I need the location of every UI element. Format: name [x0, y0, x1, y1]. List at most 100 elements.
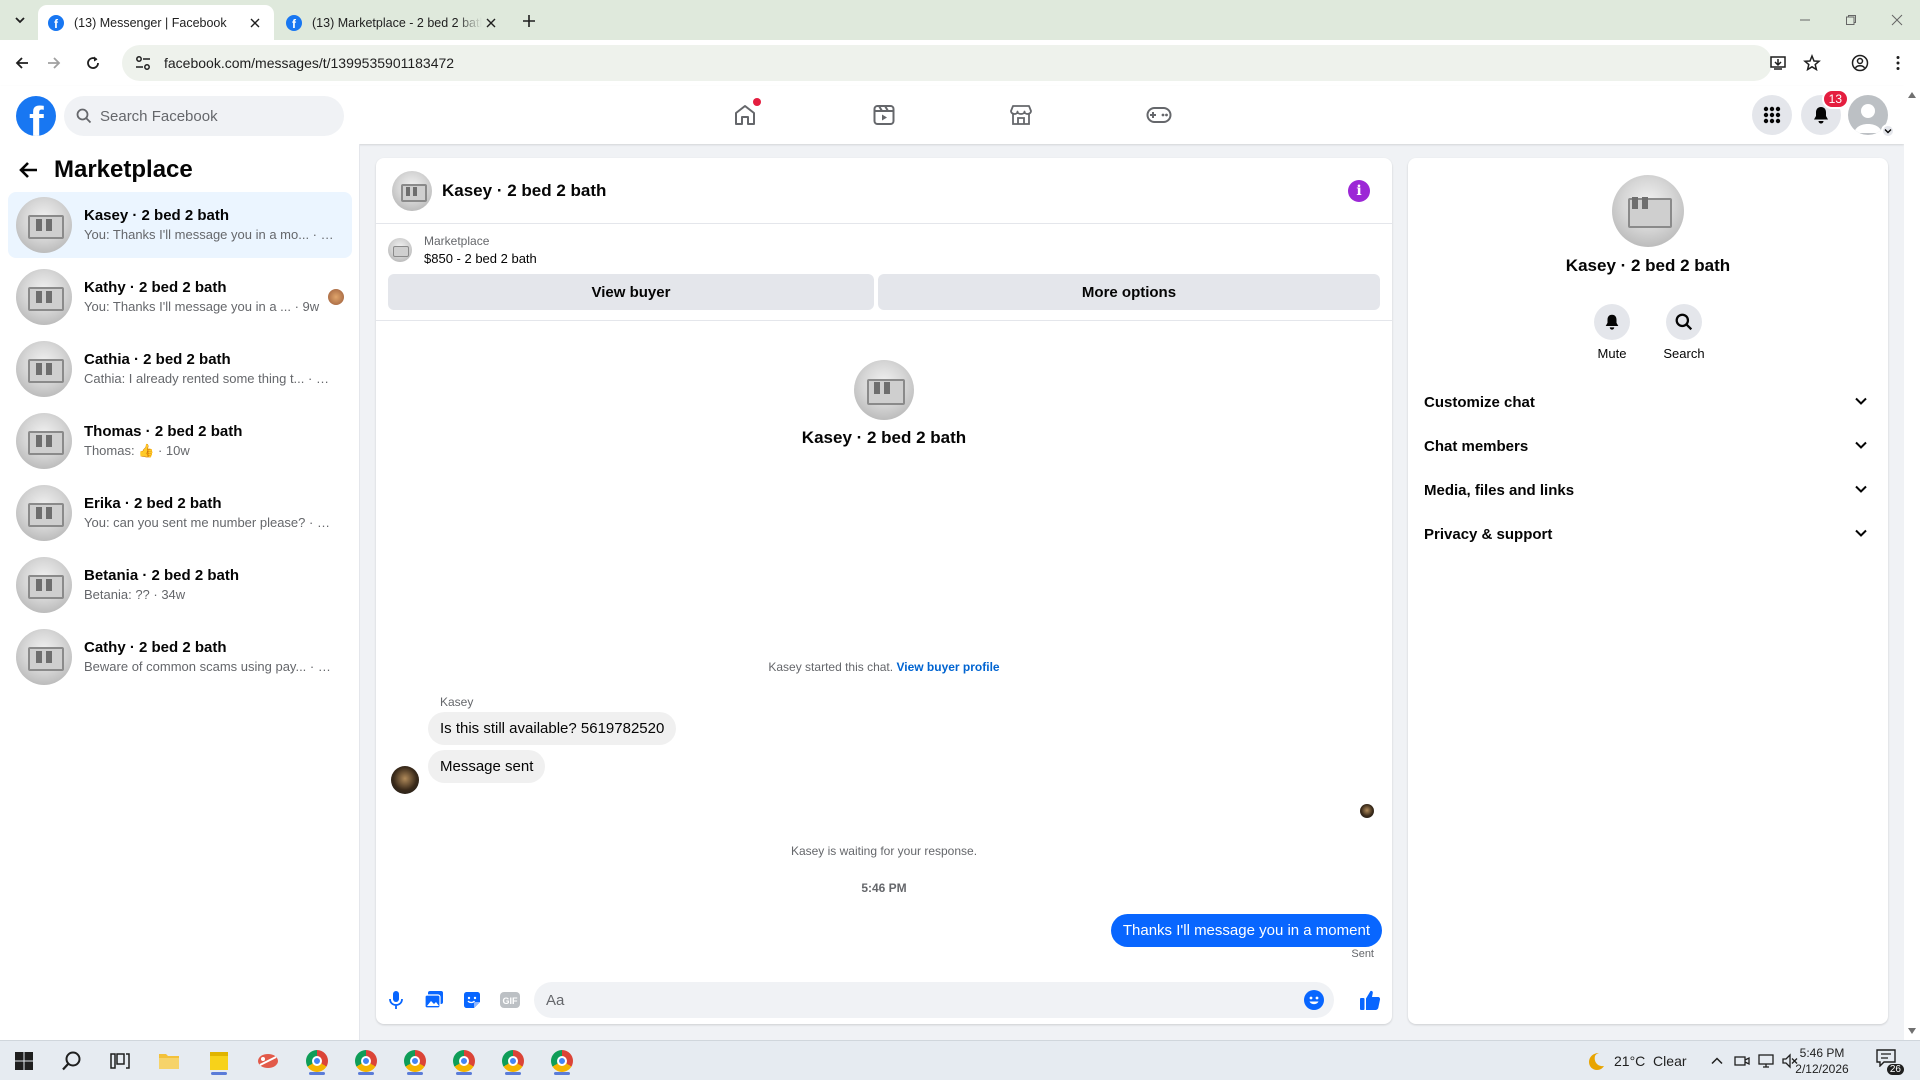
active-indicator [211, 1072, 227, 1075]
file-explorer-button[interactable] [155, 1047, 183, 1075]
snipping-tool-button[interactable] [254, 1047, 282, 1075]
emoji-button[interactable] [1304, 990, 1324, 1010]
section-privacy-support[interactable]: Privacy & support [1416, 512, 1880, 556]
chat-header-avatar[interactable] [392, 170, 432, 211]
listing-title[interactable]: $850 - 2 bed 2 bath [424, 250, 537, 268]
back-arrow-button[interactable] [18, 159, 40, 181]
attach-photo-button[interactable] [422, 988, 446, 1012]
reload-button[interactable] [81, 51, 105, 75]
arrow-right-icon [48, 57, 61, 69]
chrome-taskbar-2[interactable] [352, 1047, 380, 1075]
like-button[interactable] [1358, 988, 1382, 1012]
section-media-files-links[interactable]: Media, files and links [1416, 468, 1880, 512]
nav-marketplace[interactable] [1003, 98, 1039, 132]
conversation-avatar [16, 413, 72, 469]
chrome-taskbar-4[interactable] [450, 1047, 478, 1075]
search-input[interactable] [100, 107, 320, 125]
nav-home[interactable] [727, 98, 763, 132]
view-buyer-profile-link[interactable]: View buyer profile [896, 660, 999, 674]
sticky-notes-button[interactable] [205, 1047, 233, 1075]
incoming-message[interactable]: Is this still available? 5619782520 [428, 712, 677, 745]
meet-now-button[interactable] [1734, 1053, 1750, 1069]
new-tab-button[interactable] [518, 10, 540, 32]
chrome-taskbar-6[interactable] [548, 1047, 576, 1075]
forward-button[interactable] [42, 51, 66, 75]
conversation-preview: You: can you sent me number please? · 17… [84, 515, 334, 530]
conversation-erika[interactable]: Erika · 2 bed 2 bath You: can you sent m… [8, 480, 352, 546]
chrome-icon [453, 1050, 475, 1072]
message-input-box[interactable] [534, 982, 1334, 1018]
menu-button[interactable] [1752, 95, 1792, 135]
network-button[interactable] [1758, 1053, 1774, 1069]
tab-marketplace[interactable]: f (13) Marketplace - 2 bed 2 bath [276, 5, 510, 40]
section-chat-members[interactable]: Chat members [1416, 424, 1880, 468]
facebook-logo[interactable]: f [16, 96, 56, 136]
weather-widget[interactable]: 21°C Clear [1584, 1041, 1687, 1080]
more-options-button[interactable]: More options [878, 274, 1380, 310]
chrome-taskbar-1[interactable] [303, 1047, 331, 1075]
browser-menu-button[interactable] [1886, 51, 1910, 75]
chat-profile-avatar[interactable] [854, 360, 914, 420]
chrome-taskbar-5[interactable] [499, 1047, 527, 1075]
mute-button[interactable]: Mute [1582, 304, 1642, 361]
grid-menu-icon [1763, 106, 1781, 124]
start-button[interactable] [10, 1047, 38, 1075]
minimize-button[interactable] [1790, 8, 1820, 32]
gif-button[interactable]: GIF [498, 988, 522, 1012]
conversation-betania[interactable]: Betania · 2 bed 2 bath Betania: ?? · 34w [8, 552, 352, 618]
view-buyer-button[interactable]: View buyer [388, 274, 874, 310]
divider [376, 320, 1392, 321]
tab-messenger[interactable]: f (13) Messenger | Facebook [38, 5, 274, 40]
chat-header-name[interactable]: Kasey · 2 bed 2 bath [442, 181, 606, 201]
close-window-button[interactable] [1882, 8, 1912, 32]
nav-gaming[interactable] [1141, 98, 1177, 132]
message-input[interactable] [546, 991, 1286, 1009]
info-icon[interactable]: i [1348, 180, 1370, 202]
chat-started-note: Kasey started this chat. View buyer prof… [376, 660, 1392, 674]
scroll-up-arrow[interactable] [1908, 92, 1916, 98]
search-chat-button[interactable]: Search [1654, 304, 1714, 361]
conversation-thomas[interactable]: Thomas · 2 bed 2 bath Thomas: 👍 · 10w [8, 408, 352, 474]
close-tab-icon[interactable] [482, 14, 500, 32]
voice-clip-button[interactable] [384, 988, 408, 1012]
back-button[interactable] [10, 51, 34, 75]
close-tab-icon[interactable] [246, 14, 264, 32]
sender-avatar[interactable] [391, 766, 419, 794]
tab-search-dropdown[interactable] [8, 9, 32, 31]
scroll-down-arrow[interactable] [1908, 1028, 1916, 1034]
conversation-cathia[interactable]: Cathia · 2 bed 2 bath Cathia: I already … [8, 336, 352, 402]
conversation-name: Cathy · 2 bed 2 bath [84, 639, 227, 656]
account-dropdown[interactable] [1881, 124, 1895, 138]
address-bar[interactable]: facebook.com/messages/t/1399535901183472 [122, 45, 1772, 81]
facebook-favicon-icon: f [286, 14, 302, 31]
arrow-left-icon [15, 57, 28, 69]
bookmark-button[interactable] [1800, 51, 1824, 75]
gaming-icon [1146, 107, 1172, 123]
taskbar-search-button[interactable] [58, 1047, 86, 1075]
notifications-button[interactable]: 13 [1801, 89, 1849, 135]
sticker-button[interactable] [460, 988, 484, 1012]
section-customize-chat[interactable]: Customize chat [1416, 380, 1880, 424]
info-avatar[interactable] [1612, 175, 1684, 247]
site-info-icon [136, 56, 150, 70]
profile-button[interactable] [1848, 51, 1872, 75]
chrome-taskbar-3[interactable] [401, 1047, 429, 1075]
facebook-search[interactable] [64, 96, 344, 136]
show-hidden-icons-button[interactable] [1710, 1054, 1724, 1068]
outgoing-message[interactable]: Thanks I'll message you in a moment [1110, 914, 1382, 947]
task-view-button[interactable] [106, 1047, 134, 1075]
restore-icon [1846, 15, 1856, 25]
restore-button[interactable] [1836, 8, 1866, 32]
incoming-message[interactable]: Message sent [428, 750, 546, 783]
nav-video[interactable] [866, 98, 902, 132]
install-app-button[interactable] [1766, 51, 1790, 75]
notification-center-button[interactable]: 26 [1876, 1049, 1904, 1075]
section-label: Chat members [1424, 437, 1529, 455]
taskbar-clock[interactable]: 5:46 PM 2/12/2026 [1790, 1045, 1854, 1077]
conversation-cathy[interactable]: Cathy · 2 bed 2 bath Beware of common sc… [8, 624, 352, 690]
conversation-kathy[interactable]: Kathy · 2 bed 2 bath You: Thanks I'll me… [8, 264, 352, 330]
page-scrollbar[interactable] [1904, 86, 1920, 1040]
conversation-preview: Cathia: I already rented some thing t...… [84, 371, 334, 386]
conversation-kasey[interactable]: Kasey · 2 bed 2 bath You: Thanks I'll me… [8, 192, 352, 258]
conversation-name: Thomas · 2 bed 2 bath [84, 423, 243, 440]
